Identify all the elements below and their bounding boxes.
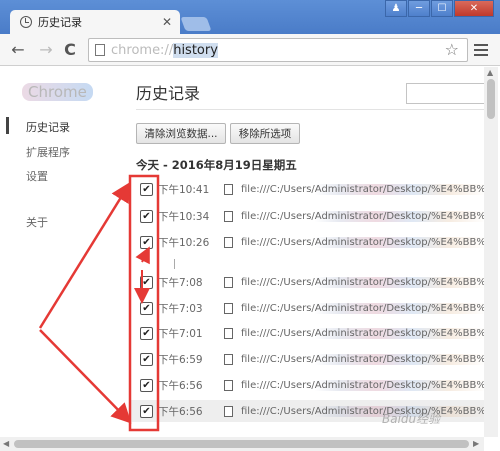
minimize-button[interactable]: ─: [408, 0, 430, 17]
entry-url-link[interactable]: file:///C:/Users/Administrator/Desktop/%…: [241, 327, 486, 339]
scroll-right-icon[interactable]: ▶: [473, 439, 479, 448]
close-window-button[interactable]: ✕: [454, 0, 494, 17]
forward-button[interactable]: →: [36, 40, 56, 60]
sidebar-item-history[interactable]: 历史记录: [26, 119, 70, 135]
entry-url-link[interactable]: file:///C:/Users/Administrator/Desktop/%…: [241, 353, 486, 365]
entry-url-link[interactable]: file:///C:/Users/Administrator/Desktop/%…: [241, 302, 486, 314]
active-nav-indicator: [6, 117, 9, 134]
reload-button[interactable]: C: [60, 40, 80, 60]
sidebar-item-settings[interactable]: 设置: [26, 168, 48, 184]
chrome-brand-logo: Chrome: [22, 83, 93, 101]
maximize-button[interactable]: ☐: [431, 0, 453, 17]
sidebar-item-about[interactable]: 关于: [26, 214, 48, 230]
back-button[interactable]: ←: [8, 40, 28, 60]
file-icon: [224, 183, 233, 195]
entry-time: 下午6:56: [158, 405, 203, 418]
baidu-watermark: Baidu经验: [382, 412, 441, 426]
title-divider: [136, 109, 486, 110]
window-titlebar: 历史记录 ✕ ♟ ─ ☐ ✕: [0, 0, 500, 34]
entry-url-link[interactable]: file:///C:/Users/Administrator/Desktop/%…: [241, 183, 486, 195]
horizontal-scroll-thumb[interactable]: [14, 440, 469, 448]
history-entry[interactable]: ✔ 下午7:01 file:///C:/Users/Administrator/…: [130, 322, 486, 344]
vertical-scroll-thumb[interactable]: [487, 79, 495, 119]
page-title: 历史记录: [136, 84, 201, 103]
address-bar[interactable]: chrome:// history ☆: [88, 38, 468, 62]
history-entry[interactable]: ✔ 下午10:41 file:///C:/Users/Administrator…: [130, 178, 486, 200]
file-icon: [224, 236, 233, 248]
tab-history[interactable]: 历史记录 ✕: [10, 10, 180, 34]
entry-url-link[interactable]: file:///C:/Users/Administrator/Desktop/%…: [241, 379, 486, 391]
entry-time: 下午6:56: [158, 379, 203, 392]
search-history-input[interactable]: [406, 83, 486, 104]
remove-selected-button[interactable]: 移除所选项: [230, 123, 300, 144]
history-main: 历史记录 清除浏览数据... 移除所选项 今天 - 2016年8月19日星期五 …: [110, 67, 486, 437]
time-gap-marker: [174, 259, 175, 269]
entry-time: 下午7:08: [158, 276, 203, 289]
clear-browsing-data-button[interactable]: 清除浏览数据...: [136, 123, 226, 144]
history-entry[interactable]: ✔ 下午6:56 file:///C:/Users/Administrator/…: [130, 374, 486, 396]
page-icon: [95, 44, 105, 56]
file-icon: [224, 327, 233, 339]
entry-checkbox[interactable]: ✔: [140, 182, 153, 196]
entry-time: 下午6:59: [158, 353, 203, 366]
file-icon: [224, 302, 233, 314]
entry-checkbox[interactable]: ✔: [140, 352, 153, 366]
vertical-scrollbar[interactable]: ▲: [484, 67, 498, 437]
entry-time: 下午7:03: [158, 302, 203, 315]
sidebar: Chrome 历史记录 扩展程序 设置 关于: [0, 67, 110, 437]
entry-time: 下午10:41: [158, 183, 210, 196]
scroll-up-icon[interactable]: ▲: [487, 68, 493, 77]
entry-checkbox[interactable]: ✔: [140, 326, 153, 340]
entry-url-link[interactable]: file:///C:/Users/Administrator/Desktop/%…: [241, 405, 486, 417]
chrome-menu-icon[interactable]: [474, 44, 488, 59]
url-scheme: chrome://: [111, 42, 174, 58]
file-icon: [224, 353, 233, 365]
entry-time: 下午10:26: [158, 236, 210, 249]
history-entry[interactable]: ✔ 下午6:59 file:///C:/Users/Administrator/…: [130, 348, 486, 370]
tab-close-icon[interactable]: ✕: [162, 15, 172, 29]
bookmark-star-icon[interactable]: ☆: [445, 40, 459, 59]
file-icon: [224, 210, 233, 222]
entry-url-link[interactable]: file:///C:/Users/Administrator/Desktop/%…: [241, 236, 486, 248]
history-entry[interactable]: ✔ 下午10:34 file:///C:/Users/Administrator…: [130, 205, 486, 227]
entry-time: 下午10:34: [158, 210, 210, 223]
history-entry[interactable]: ✔ 下午10:26 file:///C:/Users/Administrator…: [130, 231, 486, 253]
window-controls: ♟ ─ ☐ ✕: [385, 0, 494, 17]
scroll-left-icon[interactable]: ◀: [3, 439, 9, 448]
file-icon: [224, 405, 233, 417]
browser-toolbar: ← → C chrome:// history ☆: [0, 34, 500, 66]
url-host: history: [173, 42, 218, 58]
file-icon: [224, 276, 233, 288]
sidebar-item-extensions[interactable]: 扩展程序: [26, 144, 70, 160]
entry-checkbox[interactable]: ✔: [140, 275, 153, 289]
history-entry[interactable]: ✔ 下午7:08 file:///C:/Users/Administrator/…: [130, 271, 486, 293]
horizontal-scrollbar[interactable]: ◀ ▶: [0, 437, 484, 451]
history-entry[interactable]: ✔ 下午7:03 file:///C:/Users/Administrator/…: [130, 297, 486, 319]
entry-checkbox[interactable]: ✔: [140, 235, 153, 249]
entry-time: 下午7:01: [158, 327, 203, 340]
entry-checkbox[interactable]: ✔: [140, 404, 153, 418]
user-profile-icon[interactable]: ♟: [385, 0, 407, 17]
file-icon: [224, 379, 233, 391]
date-heading: 今天 - 2016年8月19日星期五: [136, 158, 297, 172]
entry-checkbox[interactable]: ✔: [140, 301, 153, 315]
entry-url-link[interactable]: file:///C:/Users/Administrator/Desktop/%…: [241, 210, 486, 222]
tab-title: 历史记录: [38, 16, 82, 29]
entry-checkbox[interactable]: ✔: [140, 209, 153, 223]
entry-url-link[interactable]: file:///C:/Users/Administrator/Desktop/%…: [241, 276, 486, 288]
history-clock-icon: [20, 16, 32, 28]
entry-checkbox[interactable]: ✔: [140, 378, 153, 392]
new-tab-button[interactable]: [180, 17, 212, 31]
